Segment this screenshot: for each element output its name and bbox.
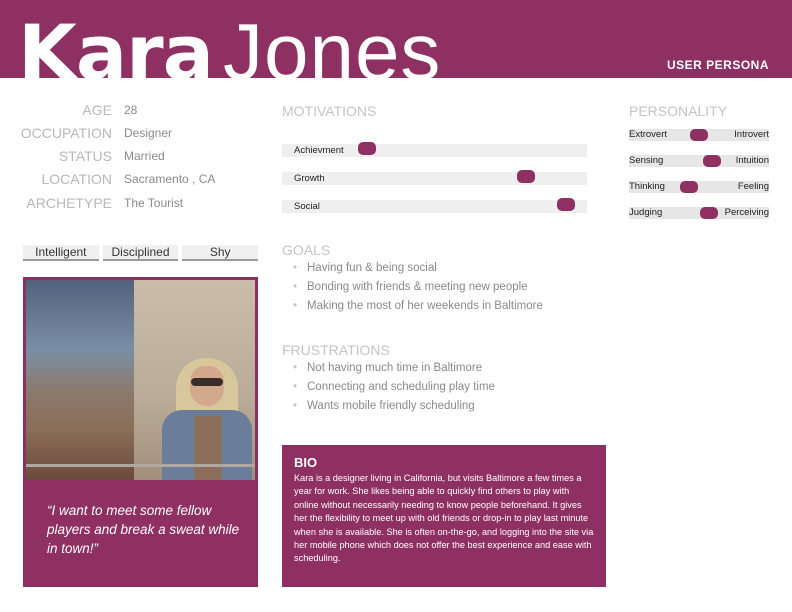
personality-right-label: Intuition [735, 155, 769, 166]
personality-left-label: Thinking [629, 181, 665, 192]
motivation-bar: Achievment [282, 142, 587, 157]
detail-value: Sacramento , CA [124, 172, 216, 186]
motivations-title: MOTIVATIONS [282, 103, 377, 119]
personality-left-label: Sensing [629, 155, 664, 166]
bio-title: BIO [294, 455, 318, 470]
trait-tag: Intelligent [23, 245, 99, 261]
trait-tags: Intelligent Disciplined Shy [23, 245, 259, 261]
detail-label: OCCUPATION [20, 125, 112, 141]
personality-right-label: Perceiving [724, 207, 769, 218]
persona-name: Kara Jones [18, 12, 441, 79]
personality-left-label: Judging [629, 207, 663, 218]
detail-value: Married [124, 149, 165, 163]
personality-knob [680, 181, 698, 193]
list-item: Wants mobile friendly scheduling [293, 400, 495, 419]
first-name: Kara [18, 8, 214, 79]
motivation-track [282, 200, 587, 213]
frustrations-list: Not having much time in Baltimore Connec… [293, 362, 495, 419]
personality-scale: Extrovert Introvert [629, 129, 769, 141]
personality-title: PERSONALITY [629, 103, 728, 119]
list-item: Connecting and scheduling play time [293, 381, 495, 400]
motivation-bar: Growth [282, 170, 587, 185]
persona-quote: “I want to meet some fellow players and … [47, 503, 240, 556]
motivation-knob [358, 142, 376, 155]
detail-value: The Tourist [124, 196, 184, 210]
bio-text: Kara is a designer living in California,… [294, 473, 594, 564]
motivation-knob [517, 170, 535, 183]
bio-card: BIO Kara is a designer living in Califor… [282, 445, 606, 587]
personality-knob [700, 207, 718, 219]
goals-title: GOALS [282, 242, 331, 258]
detail-label: STATUS [58, 148, 112, 164]
motivation-track [282, 172, 587, 185]
motivation-bar: Social [282, 198, 587, 213]
detail-value: Designer [124, 126, 173, 140]
list-item: Making the most of her weekends in Balti… [293, 300, 543, 319]
detail-value: 28 [124, 103, 138, 117]
personality-knob [690, 129, 708, 141]
document-type-label: USER PERSONA [666, 58, 769, 72]
motivation-label: Growth [294, 173, 325, 184]
persona-photo [26, 280, 255, 480]
list-item: Not having much time in Baltimore [293, 362, 495, 381]
personality-scale: Thinking Feeling [629, 181, 769, 193]
photo-quote-card: “I want to meet some fellow players and … [23, 277, 258, 587]
last-name: Jones [222, 7, 442, 79]
persona-header: Kara Jones USER PERSONA [0, 0, 792, 78]
motivation-knob [557, 198, 575, 211]
trait-tag: Shy [182, 245, 259, 261]
detail-label: LOCATION [41, 171, 112, 187]
motivation-label: Social [294, 201, 320, 212]
personality-scale: Sensing Intuition [629, 155, 769, 167]
personality-scale: Judging Perceiving [629, 207, 769, 219]
trait-tag: Disciplined [102, 245, 179, 261]
personality-left-label: Extrovert [629, 129, 668, 140]
motivation-label: Achievment [294, 145, 344, 156]
frustrations-title: FRUSTRATIONS [282, 342, 390, 358]
personality-right-label: Introvert [734, 129, 769, 140]
personality-right-label: Feeling [737, 181, 769, 192]
detail-label: ARCHETYPE [26, 195, 112, 211]
list-item: Having fun & being social [293, 262, 543, 281]
detail-label: AGE [82, 102, 112, 118]
personality-knob [703, 155, 721, 167]
list-item: Bonding with friends & meeting new peopl… [293, 281, 543, 300]
goals-list: Having fun & being social Bonding with f… [293, 262, 543, 319]
